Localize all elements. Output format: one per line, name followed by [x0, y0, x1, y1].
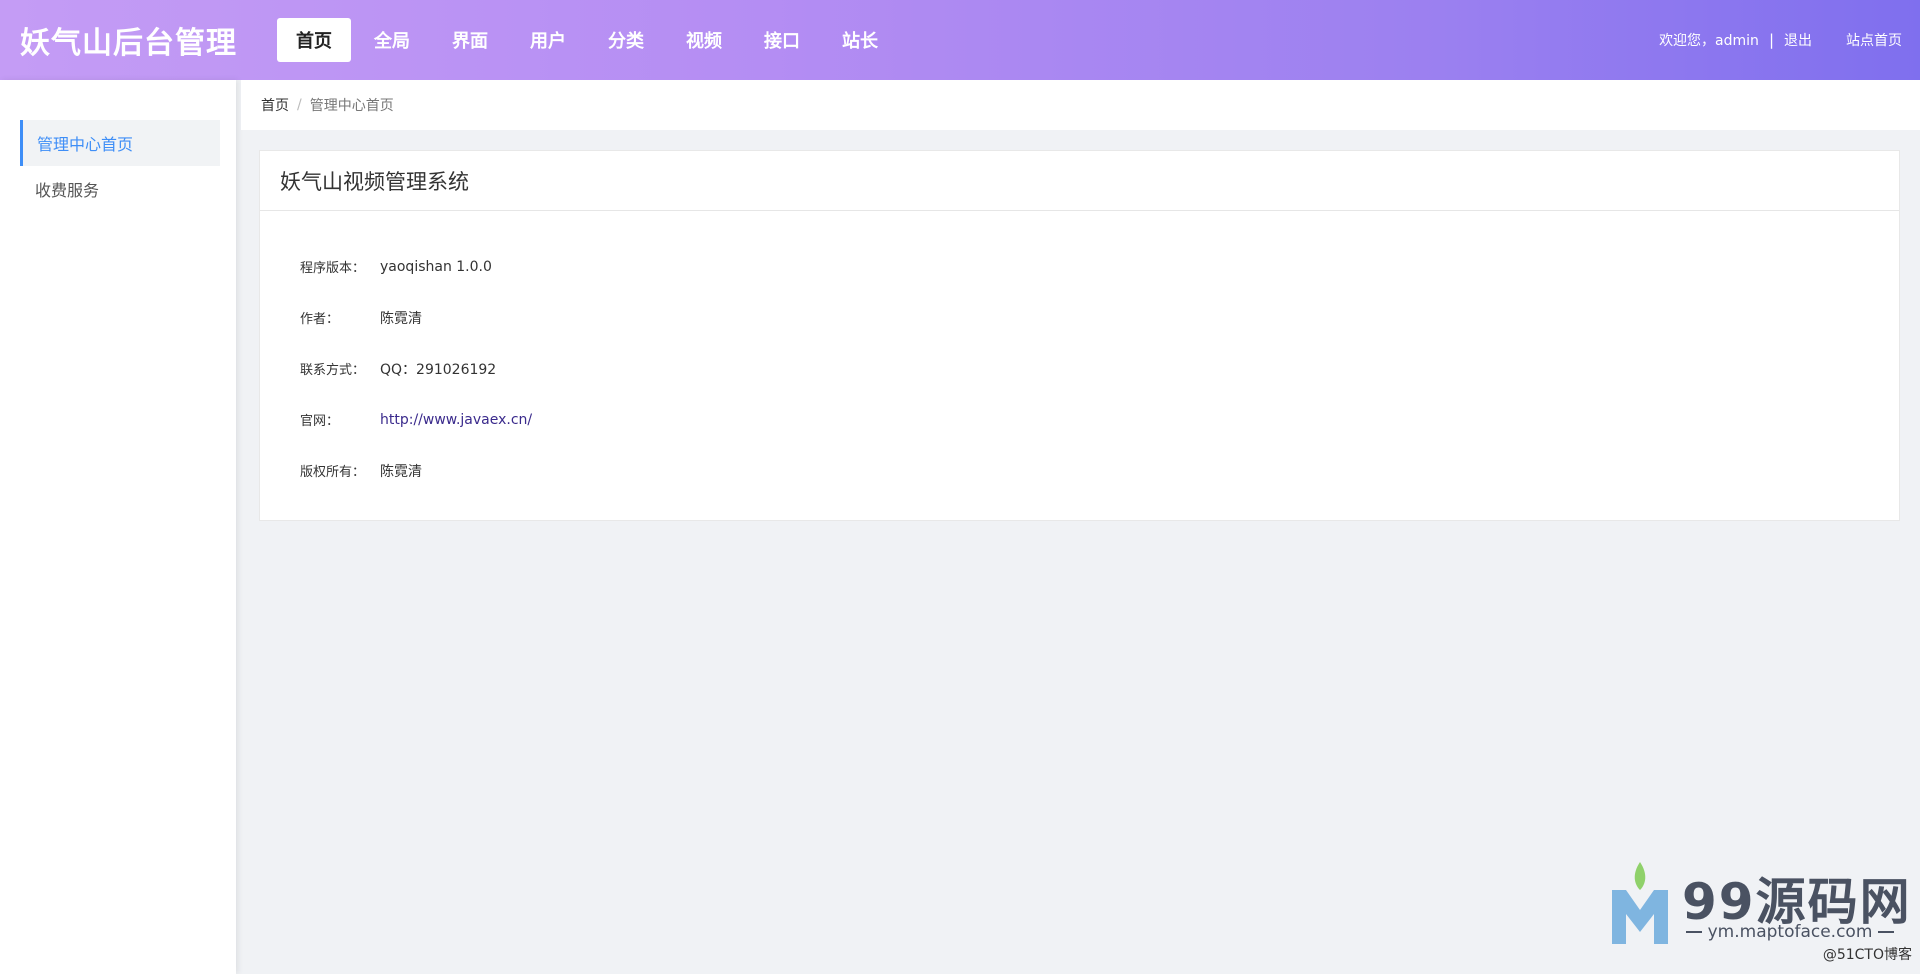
user-area: 欢迎您，admin | 退出 站点首页	[1659, 0, 1902, 80]
info-label: 程序版本：	[300, 261, 366, 276]
nav-item-users[interactable]: 用户	[511, 18, 585, 62]
watermark-bar-right	[1878, 931, 1894, 933]
top-header: 妖气山后台管理 首页 全局 界面 用户 分类 视频 接口 站长 欢迎您，admi…	[0, 0, 1920, 80]
nav-item-global[interactable]: 全局	[355, 18, 429, 62]
system-info-panel: 妖气山视频管理系统 程序版本： yaoqishan 1.0.0 作者： 陈霓清 …	[259, 150, 1900, 521]
info-label: 版权所有：	[300, 465, 366, 480]
user-separator: |	[1768, 31, 1774, 49]
sidebar: 管理中心首页 收费服务	[0, 80, 236, 974]
info-label: 联系方式：	[300, 363, 366, 378]
nav-item-home[interactable]: 首页	[277, 18, 351, 62]
watermark-url-row: ym.maptoface.com	[1680, 922, 1900, 942]
top-nav: 首页 全局 界面 用户 分类 视频 接口 站长	[277, 0, 901, 80]
breadcrumb-divider: /	[297, 97, 302, 113]
website-link[interactable]: http://www.javaex.cn/	[380, 412, 532, 428]
nav-item-video[interactable]: 视频	[667, 18, 741, 62]
info-value: 陈霓清	[380, 463, 422, 480]
info-row-copyright: 版权所有： 陈霓清	[260, 445, 1899, 496]
info-value: yaoqishan 1.0.0	[380, 258, 492, 275]
info-value: 陈霓清	[380, 310, 422, 327]
breadcrumb: 首页 / 管理中心首页	[241, 80, 1920, 130]
watermark-url: ym.maptoface.com	[1707, 922, 1873, 942]
info-list: 程序版本： yaoqishan 1.0.0 作者： 陈霓清 联系方式： QQ：2…	[260, 211, 1899, 496]
nav-item-category[interactable]: 分类	[589, 18, 663, 62]
sidebar-item-paid-service[interactable]: 收费服务	[20, 166, 220, 212]
info-row-website: 官网： http://www.javaex.cn/	[260, 394, 1899, 445]
welcome-text: 欢迎您，admin	[1659, 33, 1759, 49]
brand-title: 妖气山后台管理	[20, 26, 237, 61]
nav-item-webmaster[interactable]: 站长	[823, 18, 897, 62]
info-value: QQ：291026192	[380, 361, 497, 378]
nav-item-interface[interactable]: 界面	[433, 18, 507, 62]
info-row-version: 程序版本： yaoqishan 1.0.0	[260, 241, 1899, 292]
site-home-link[interactable]: 站点首页	[1846, 30, 1902, 50]
panel-title: 妖气山视频管理系统	[260, 151, 1899, 211]
info-row-contact: 联系方式： QQ：291026192	[260, 343, 1899, 394]
breadcrumb-home[interactable]: 首页	[261, 95, 289, 115]
info-label: 官网：	[300, 414, 340, 429]
watermark-corner: @51CTO博客	[1822, 947, 1912, 963]
watermark-logo-icon	[1612, 862, 1668, 944]
sidebar-item-admin-home[interactable]: 管理中心首页	[20, 120, 220, 166]
info-label: 作者：	[300, 312, 340, 327]
info-row-author: 作者： 陈霓清	[260, 292, 1899, 343]
watermark-bar-left	[1686, 931, 1702, 933]
logout-link[interactable]: 退出	[1784, 30, 1812, 50]
breadcrumb-current: 管理中心首页	[309, 98, 394, 114]
nav-item-api[interactable]: 接口	[745, 18, 819, 62]
